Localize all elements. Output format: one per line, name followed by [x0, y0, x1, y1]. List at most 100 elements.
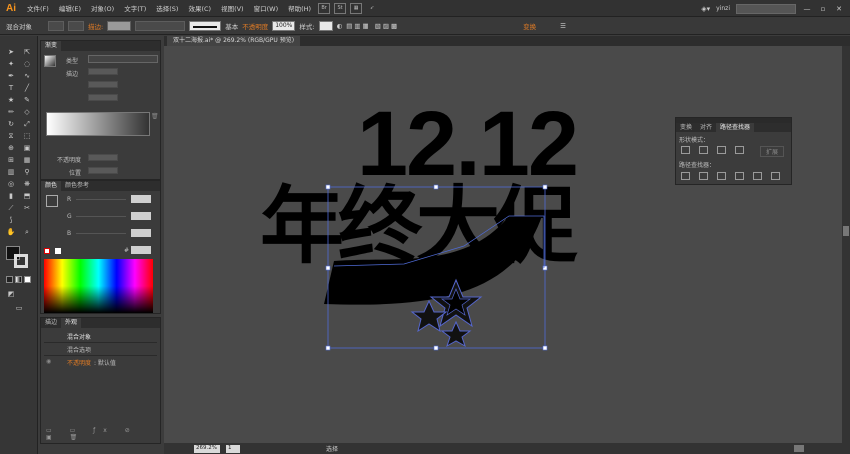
brush-definition[interactable]: [189, 20, 222, 31]
opacity-label[interactable]: 不透明度: [242, 21, 268, 31]
color-r-slider[interactable]: [76, 199, 126, 200]
user-name[interactable]: yinzi: [716, 5, 730, 12]
lasso-tool-icon[interactable]: ◌: [22, 60, 32, 69]
artboard-tool-icon[interactable]: ⬒: [22, 192, 32, 201]
tab-color[interactable]: 颜色: [41, 181, 62, 191]
gradient-ramp[interactable]: [46, 112, 150, 136]
menu-edit[interactable]: 编辑(E): [54, 3, 86, 13]
arrange-documents-icon[interactable]: ▦: [350, 2, 363, 14]
blend-tool-icon[interactable]: ◎: [6, 180, 16, 189]
document-tab[interactable]: 双十二海报.ai* @ 269.2% (RGB/GPU 预览): [167, 36, 301, 46]
menu-effect[interactable]: 效果(C): [183, 3, 216, 13]
stroke-label[interactable]: 描边:: [88, 21, 103, 31]
color-spectrum[interactable]: [44, 259, 153, 313]
vertical-scroll-thumb[interactable]: [843, 226, 849, 236]
gradient-position-field[interactable]: [88, 167, 118, 174]
search-input[interactable]: [736, 3, 796, 14]
exclude-icon[interactable]: [735, 146, 744, 154]
line-tool-icon[interactable]: ╱: [22, 84, 32, 93]
tab-transform[interactable]: 变换: [676, 123, 696, 132]
menu-file[interactable]: 文件(F): [22, 3, 54, 13]
close-button[interactable]: ✕: [834, 5, 844, 13]
gradient-opacity-field[interactable]: [88, 154, 118, 161]
recolor-icon[interactable]: ◐: [337, 22, 343, 30]
rotate-tool-icon[interactable]: ↻: [6, 120, 16, 129]
delete-stop-icon[interactable]: 🗑: [151, 113, 159, 120]
menu-object[interactable]: 对象(O): [86, 3, 119, 13]
mesh-tool-icon[interactable]: ▦: [22, 156, 32, 165]
color-b-value[interactable]: [131, 229, 151, 237]
tab-color-guide[interactable]: 颜色参考: [61, 181, 93, 191]
zoom-field[interactable]: 269.2%: [194, 444, 220, 453]
menu-select[interactable]: 选择(S): [151, 3, 183, 13]
appearance-footer-icons[interactable]: ▭ ▭ ƒx ⊘ ▣ 🗑: [46, 427, 160, 441]
direct-selection-tool-icon[interactable]: ⇱: [22, 48, 32, 57]
graph-tool-icon[interactable]: ▮: [6, 192, 16, 201]
none-swatch[interactable]: [44, 248, 50, 254]
draw-mode-icon[interactable]: ◩: [6, 290, 16, 299]
bridge-icon[interactable]: Br: [318, 2, 331, 14]
eraser-tool-icon[interactable]: ◇: [22, 108, 32, 117]
color-b-slider[interactable]: [76, 233, 126, 234]
tab-gradient[interactable]: 渐变: [41, 41, 62, 51]
opacity-field[interactable]: 100%: [272, 20, 296, 31]
color-g-value[interactable]: [131, 212, 151, 220]
stock-icon[interactable]: St: [334, 2, 347, 14]
transform-label[interactable]: 变换: [523, 21, 536, 31]
color-fill-stroke-mini[interactable]: [46, 195, 58, 207]
magic-wand-tool-icon[interactable]: ✦: [6, 60, 16, 69]
gradient-preview-swatch[interactable]: [44, 55, 56, 67]
color-mode-icons[interactable]: [6, 276, 31, 283]
gradient-type-select[interactable]: [88, 55, 158, 63]
menu-view[interactable]: 视图(V): [216, 3, 249, 13]
minus-back-icon[interactable]: [771, 172, 780, 180]
tab-stroke[interactable]: 描边: [41, 318, 61, 328]
live-paint-tool-icon[interactable]: ▣: [22, 144, 32, 153]
appearance-blend-options[interactable]: 混合选项: [67, 345, 91, 354]
horizontal-scroll-thumb[interactable]: [794, 445, 804, 452]
minimize-button[interactable]: —: [802, 5, 812, 13]
stroke-swatch[interactable]: [68, 20, 84, 31]
screen-mode-icon[interactable]: ▭: [14, 304, 24, 313]
pen-tool-icon[interactable]: ✒: [6, 72, 16, 81]
scissors-tool-icon[interactable]: ✂: [22, 204, 32, 213]
gradient-angle-field[interactable]: [88, 81, 118, 88]
free-transform-tool-icon[interactable]: ⬚: [22, 132, 32, 141]
unite-icon[interactable]: [681, 146, 690, 154]
tab-appearance[interactable]: 外观: [61, 318, 82, 328]
pencil-tool-icon[interactable]: ✏: [6, 108, 16, 117]
menu-type[interactable]: 文字(T): [119, 3, 151, 13]
slice-tool-icon[interactable]: ⟋: [6, 204, 16, 213]
fill-swatch[interactable]: [48, 20, 64, 31]
tab-align[interactable]: 对齐: [696, 123, 716, 132]
intersect-icon[interactable]: [717, 146, 726, 154]
divide-icon[interactable]: [681, 172, 690, 180]
trim-icon[interactable]: [699, 172, 708, 180]
perspective-grid-tool-icon[interactable]: ⊞: [6, 156, 16, 165]
crop-icon[interactable]: [735, 172, 744, 180]
artwork-shapes[interactable]: [164, 46, 842, 443]
curvature-tool-icon[interactable]: ∿: [22, 72, 32, 81]
stroke-weight-field[interactable]: [107, 20, 132, 31]
merge-icon[interactable]: [717, 172, 726, 180]
hand-tool-icon[interactable]: ✋: [6, 228, 16, 237]
canvas[interactable]: 12.12 年终大促 变换 对齐 路径查找器 形状模式： 扩展 路径查找器：: [164, 46, 842, 443]
eyedropper-tool-icon[interactable]: ⚲: [22, 168, 32, 177]
color-r-value[interactable]: [131, 195, 151, 203]
shape-builder-tool-icon[interactable]: ⊕: [6, 144, 16, 153]
artboard-navigation[interactable]: 1: [226, 444, 240, 453]
paintbrush-tool-icon[interactable]: ✎: [22, 96, 32, 105]
selection-tool-icon[interactable]: ➤: [6, 48, 16, 57]
color-g-slider[interactable]: [76, 216, 126, 217]
align-icons[interactable]: ▤▥▦ ▧▨▩: [346, 22, 399, 30]
knife-tool-icon[interactable]: ⟆: [6, 216, 16, 225]
visibility-eye-icon[interactable]: ◉: [46, 358, 51, 365]
menu-window[interactable]: 窗口(W): [249, 3, 284, 13]
stroke-color-swatch[interactable]: [14, 254, 28, 268]
gradient-aspect-field[interactable]: [88, 94, 118, 101]
minus-front-icon[interactable]: [699, 146, 708, 154]
white-swatch[interactable]: [55, 248, 61, 254]
gpu-performance-icon[interactable]: ➶: [366, 3, 378, 14]
vertical-scrollbar[interactable]: [842, 46, 850, 443]
expand-button[interactable]: 扩展: [760, 146, 785, 157]
